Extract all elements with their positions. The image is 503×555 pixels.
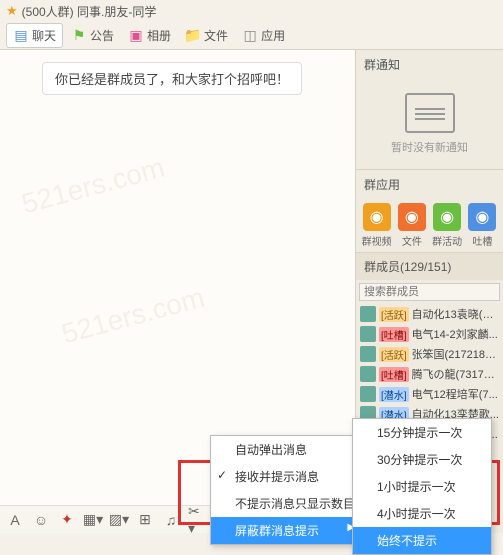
star-icon: ★: [6, 3, 18, 19]
member-badge: [活跃]: [379, 307, 409, 322]
menu-item[interactable]: 始终不提示: [353, 527, 491, 554]
member-search-wrap: [356, 280, 503, 304]
menu-item[interactable]: 不提示消息只显示数目: [211, 490, 365, 517]
scissors-icon[interactable]: ✂▾: [188, 511, 206, 529]
tab-file[interactable]: 📁 文件: [179, 24, 234, 47]
album-icon: ▣: [128, 28, 144, 44]
apps-title: 群应用: [356, 170, 503, 199]
member-item[interactable]: [吐槽]电气14-2刘家麟...: [356, 324, 503, 344]
tab-announce[interactable]: ⚑ 公告: [65, 24, 120, 47]
font-icon[interactable]: A: [6, 511, 24, 529]
app-icon: ◫: [242, 28, 258, 44]
member-badge: [吐槽]: [379, 367, 409, 382]
menu-item[interactable]: 4小时提示一次: [353, 500, 491, 527]
app-item-icon: ◉: [363, 203, 391, 231]
tab-file-label: 文件: [204, 27, 228, 44]
app-item-label: 吐槽: [472, 233, 492, 248]
app-item-icon: ◉: [433, 203, 461, 231]
tab-app-label: 应用: [261, 27, 285, 44]
gift-icon[interactable]: ⊞: [136, 511, 154, 529]
tab-album[interactable]: ▣ 相册: [122, 24, 177, 47]
gif-icon[interactable]: ▦▾: [84, 511, 102, 529]
menu-item[interactable]: 30分钟提示一次: [353, 446, 491, 473]
file-icon: 📁: [185, 28, 201, 44]
member-name: 自动化13袁晓(41...: [412, 306, 499, 322]
app-item[interactable]: ◉ 文件: [395, 203, 428, 248]
chat-icon: ▤: [13, 28, 29, 44]
music-icon[interactable]: ♫: [162, 511, 180, 529]
app-item-label: 群活动: [432, 233, 462, 248]
main-toolbar: ▤ 聊天 ⚑ 公告 ▣ 相册 📁 文件 ◫ 应用: [0, 22, 503, 50]
watermark: 521ers.com: [18, 152, 168, 221]
notice-empty-text: 暂时没有新通知: [391, 139, 468, 155]
menu-item[interactable]: 接收并提示消息: [211, 463, 365, 490]
menu-item[interactable]: 自动弹出消息: [211, 436, 365, 463]
member-avatar: [360, 326, 376, 342]
tab-chat-label: 聊天: [32, 27, 56, 44]
app-item[interactable]: ◉ 吐槽: [466, 203, 499, 248]
menu-item[interactable]: 1小时提示一次: [353, 473, 491, 500]
notice-empty-state: 暂时没有新通知: [356, 79, 503, 169]
member-item[interactable]: [活跃]自动化13袁晓(41...: [356, 304, 503, 324]
app-item-icon: ◉: [398, 203, 426, 231]
empty-notice-icon: [405, 93, 455, 133]
member-avatar: [360, 306, 376, 322]
titlebar: ★ (500人群) 同事.朋友-同学: [0, 0, 503, 22]
member-avatar: [360, 386, 376, 402]
message-settings-menu: 自动弹出消息接收并提示消息不提示消息只显示数目屏蔽群消息提示▶: [210, 435, 366, 545]
app-item-label: 群视频: [362, 233, 392, 248]
tab-app[interactable]: ◫ 应用: [236, 24, 291, 47]
app-item[interactable]: ◉ 群活动: [431, 203, 464, 248]
menu-item[interactable]: 15分钟提示一次: [353, 419, 491, 446]
member-name: 电气14-2刘家麟...: [412, 326, 499, 342]
system-message: 你已经是群成员了，和大家打个招呼吧！: [42, 62, 302, 95]
member-badge: [吐槽]: [379, 327, 409, 342]
emoji-icon[interactable]: ☺: [32, 511, 50, 529]
member-search-input[interactable]: [359, 283, 500, 301]
member-badge: [活跃]: [379, 347, 409, 362]
flag-icon: ⚑: [71, 28, 87, 44]
image-icon[interactable]: ▨▾: [110, 511, 128, 529]
app-grid: ◉ 群视频 ◉ 文件 ◉ 群活动 ◉ 吐槽: [356, 199, 503, 252]
mute-interval-submenu: 15分钟提示一次30分钟提示一次1小时提示一次4小时提示一次始终不提示: [352, 418, 492, 555]
member-name: 腾飞の龍(731798...: [412, 366, 499, 382]
app-item-icon: ◉: [468, 203, 496, 231]
member-name: 电气12程培军(7...: [412, 386, 499, 402]
tab-chat[interactable]: ▤ 聊天: [6, 23, 63, 48]
window-title: (500人群) 同事.朋友-同学: [22, 3, 157, 20]
menu-item[interactable]: 屏蔽群消息提示▶: [211, 517, 365, 544]
member-avatar: [360, 366, 376, 382]
watermark: 521ers.com: [58, 282, 208, 351]
member-badge: [潜水]: [379, 387, 409, 402]
tab-announce-label: 公告: [90, 27, 114, 44]
member-item[interactable]: [吐槽]腾飞の龍(731798...: [356, 364, 503, 384]
notice-title: 群通知: [356, 50, 503, 79]
vip-icon[interactable]: ✦: [58, 511, 76, 529]
members-header[interactable]: 群成员(129/151): [356, 253, 503, 280]
app-item[interactable]: ◉ 群视频: [360, 203, 393, 248]
member-avatar: [360, 346, 376, 362]
member-item[interactable]: [潜水]电气12程培军(7...: [356, 384, 503, 404]
app-item-label: 文件: [402, 233, 422, 248]
member-item[interactable]: [活跃]张笨国(21721897): [356, 344, 503, 364]
member-name: 张笨国(21721897): [412, 346, 499, 362]
tab-album-label: 相册: [147, 27, 171, 44]
